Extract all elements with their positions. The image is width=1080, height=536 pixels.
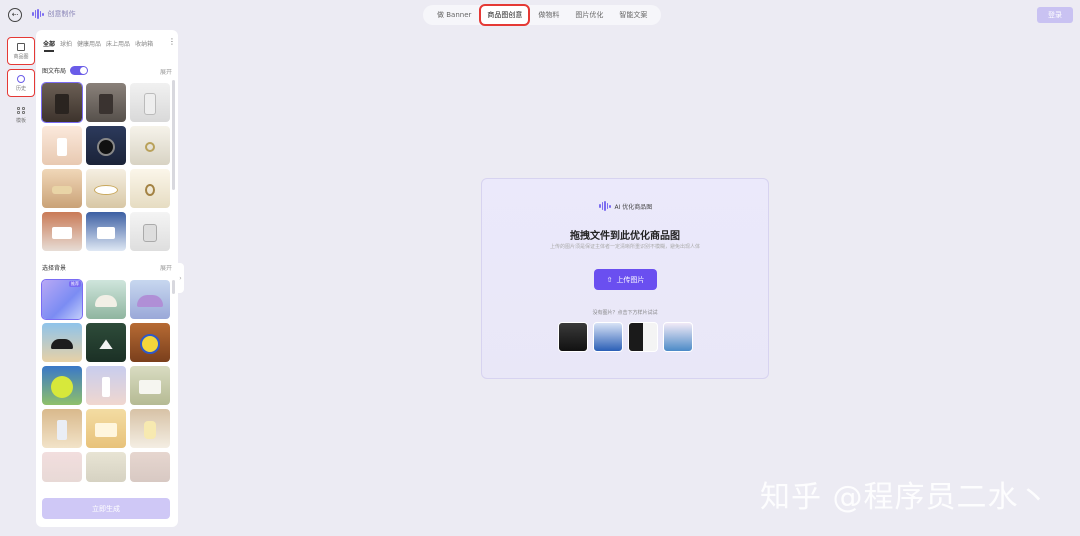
background-option[interactable]: [130, 409, 170, 448]
category-bedding[interactable]: 床上用品: [106, 39, 130, 48]
tab-image-optimize[interactable]: 图片优化: [569, 6, 609, 24]
brand-name: 创意制作: [47, 10, 76, 18]
background-option[interactable]: [42, 366, 82, 405]
sample-image[interactable]: [558, 322, 588, 352]
recommended-badge: 推荐: [69, 281, 81, 287]
background-expand-link[interactable]: 展开: [160, 263, 172, 272]
layout-toggle[interactable]: [70, 66, 89, 75]
background-option[interactable]: [86, 366, 126, 405]
layout-template[interactable]: [86, 212, 126, 251]
background-option[interactable]: [130, 323, 170, 362]
background-option[interactable]: 推荐: [41, 279, 83, 320]
category-health[interactable]: 健康用品: [77, 39, 101, 48]
layout-template[interactable]: [130, 126, 170, 165]
background-option[interactable]: [130, 366, 170, 405]
upload-dropzone[interactable]: AI 优化商品图 拖拽文件到此优化商品图 上传的图片须是保证主体者一定清晰所重识…: [481, 178, 769, 379]
template-grid-icon: [17, 106, 25, 115]
layout-template[interactable]: [42, 126, 82, 165]
top-bar: ⇠ 创意制作 做 Banner 商品图创意 做物料 图片优化 智能文案 登录: [0, 0, 1080, 30]
scrollbar[interactable]: [172, 80, 175, 190]
dropzone-subtitle: 上传的图片须是保证主体者一定清晰所重识别不模糊，避免出现人体: [549, 244, 700, 250]
generate-button[interactable]: 立即生成: [42, 498, 170, 519]
rail-item-template[interactable]: 模板: [8, 102, 34, 128]
layout-template[interactable]: [41, 82, 83, 123]
background-option[interactable]: [86, 323, 126, 362]
upload-label: 上传图片: [616, 275, 645, 284]
rail-item-label: 模板: [15, 117, 26, 124]
sample-image[interactable]: [628, 322, 658, 352]
layout-section-header: 图文布局: [42, 66, 89, 75]
tab-product-creative[interactable]: 商品图创意: [479, 4, 531, 26]
background-grid: 推荐: [41, 279, 170, 482]
sample-image[interactable]: [593, 322, 623, 352]
collapse-panel-handle[interactable]: ›: [177, 263, 184, 293]
rail-item-label: 商品图: [13, 53, 29, 60]
dropzone-title: 拖拽文件到此优化商品图: [570, 231, 680, 242]
layout-template[interactable]: [42, 212, 82, 251]
category-tabs: 全部 球拍 健康用品 床上用品 收纳箱: [43, 39, 153, 48]
layout-template[interactable]: [130, 169, 170, 208]
left-rail: 商品图 历史 模板: [4, 36, 38, 134]
layout-template[interactable]: [86, 169, 126, 208]
card-brand-label: AI 优化商品图: [614, 203, 653, 211]
background-section-header: 选择背景: [42, 263, 66, 272]
tab-materials[interactable]: 做物料: [532, 6, 565, 24]
main-tabs: 做 Banner 商品图创意 做物料 图片优化 智能文案: [423, 4, 662, 26]
sample-image[interactable]: [663, 322, 693, 352]
tab-banner[interactable]: 做 Banner: [431, 6, 477, 24]
layout-template[interactable]: [130, 212, 170, 251]
brand-logo[interactable]: 创意制作: [32, 9, 76, 19]
sound-wave-icon: [599, 201, 611, 211]
sample-images: [558, 322, 693, 352]
template-panel: 全部 球拍 健康用品 床上用品 收纳箱 ⋮ 图文布局 展开 选择背景 展开 推荐: [36, 30, 178, 527]
layout-template-grid: [41, 82, 170, 251]
rail-item-product-image[interactable]: 商品图: [7, 37, 35, 65]
background-option[interactable]: [86, 280, 126, 319]
background-option[interactable]: [42, 452, 82, 482]
active-tab-indicator: [44, 50, 54, 52]
layout-template[interactable]: [86, 83, 126, 122]
layout-template[interactable]: [42, 169, 82, 208]
history-icon: [17, 74, 25, 83]
background-option[interactable]: [130, 280, 170, 319]
sample-hint: 没有图片？点击下方样片试试: [592, 310, 658, 316]
layout-template[interactable]: [86, 126, 126, 165]
background-option[interactable]: [42, 409, 82, 448]
scrollbar[interactable]: [172, 280, 175, 294]
background-option[interactable]: [86, 452, 126, 482]
login-button[interactable]: 登录: [1037, 7, 1073, 23]
rail-item-label: 历史: [15, 85, 26, 92]
watermark: 知乎 @程序员二水丶: [760, 480, 1050, 515]
tab-smart-copy[interactable]: 智能文案: [613, 6, 653, 24]
sound-wave-icon: [32, 9, 44, 19]
category-storage[interactable]: 收纳箱: [135, 39, 153, 48]
background-option[interactable]: [86, 409, 126, 448]
exit-icon[interactable]: ⇠: [8, 8, 22, 22]
category-all[interactable]: 全部: [43, 39, 55, 48]
category-racket[interactable]: 球拍: [60, 39, 72, 48]
background-option[interactable]: [130, 452, 170, 482]
layout-section-title: 图文布局: [42, 68, 67, 75]
background-option[interactable]: [42, 323, 82, 362]
upload-icon: ⇧: [606, 275, 613, 284]
rail-item-history[interactable]: 历史: [7, 69, 35, 97]
more-icon[interactable]: ⋮: [168, 37, 176, 46]
background-section-title: 选择背景: [42, 265, 67, 272]
product-image-icon: [17, 42, 25, 51]
layout-template[interactable]: [130, 83, 170, 122]
layout-expand-link[interactable]: 展开: [160, 67, 172, 76]
card-brand: AI 优化商品图: [599, 201, 652, 211]
upload-image-button[interactable]: ⇧ 上传图片: [594, 269, 657, 290]
